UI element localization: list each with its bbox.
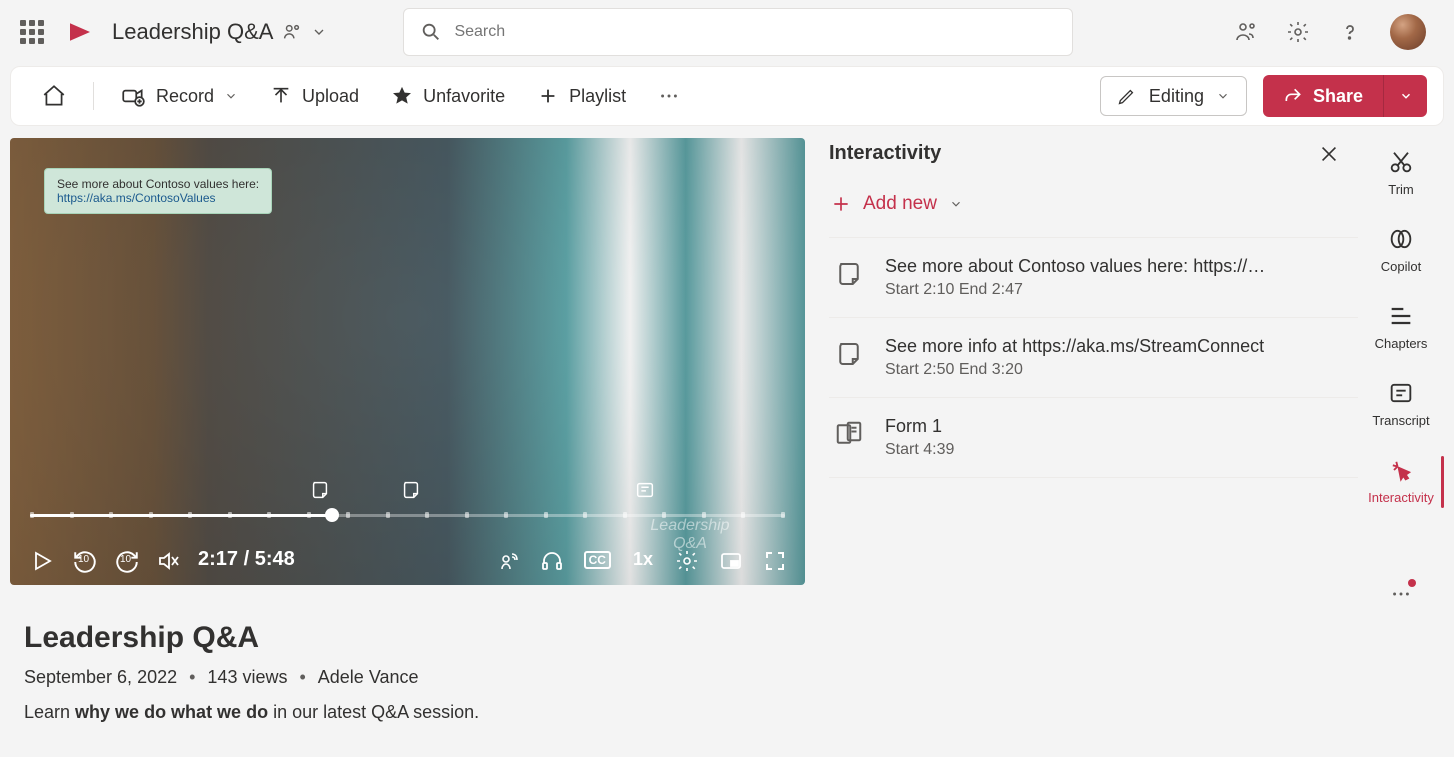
note-icon bbox=[833, 258, 865, 290]
stream-logo-icon bbox=[64, 16, 96, 48]
add-new-button[interactable]: Add new bbox=[829, 181, 1358, 237]
divider bbox=[93, 82, 94, 110]
unfavorite-button[interactable]: Unfavorite bbox=[377, 77, 519, 115]
close-panel-icon[interactable] bbox=[1318, 143, 1340, 165]
video-title: Leadership Q&A bbox=[24, 621, 1430, 655]
note-marker-icon[interactable] bbox=[309, 479, 331, 501]
rail-chapters[interactable]: Chapters bbox=[1358, 302, 1444, 351]
skip-back-icon[interactable]: 10 bbox=[72, 549, 94, 571]
item-title: See more info at https://aka.ms/StreamCo… bbox=[885, 336, 1264, 357]
people-icon bbox=[281, 21, 303, 43]
playlist-button[interactable]: Playlist bbox=[523, 77, 640, 115]
item-title: See more about Contoso values here: http… bbox=[885, 256, 1265, 277]
editing-label: Editing bbox=[1149, 86, 1204, 107]
record-label: Record bbox=[156, 86, 214, 107]
interactivity-item[interactable]: See more about Contoso values here: http… bbox=[829, 238, 1358, 318]
rail-trim[interactable]: Trim bbox=[1358, 148, 1444, 197]
app-launcher-icon[interactable] bbox=[16, 16, 48, 48]
callout-card[interactable]: See more about Contoso values here: http… bbox=[44, 168, 272, 214]
scrubber-fill bbox=[30, 514, 332, 517]
search-box[interactable] bbox=[403, 8, 1073, 56]
audio-description-icon[interactable] bbox=[496, 549, 518, 571]
headphones-icon[interactable] bbox=[540, 549, 562, 571]
scrubber-handle[interactable] bbox=[325, 508, 339, 522]
note-icon bbox=[833, 338, 865, 370]
rail-more-icon[interactable] bbox=[1390, 583, 1412, 605]
mute-icon[interactable] bbox=[156, 549, 178, 571]
add-new-label: Add new bbox=[863, 193, 937, 215]
editing-mode-button[interactable]: Editing bbox=[1100, 76, 1247, 116]
item-title: Form 1 bbox=[885, 416, 954, 437]
fullscreen-icon[interactable] bbox=[763, 549, 785, 571]
search-input[interactable] bbox=[454, 23, 1056, 41]
play-icon[interactable] bbox=[30, 549, 52, 571]
panel-title: Interactivity bbox=[829, 142, 941, 165]
playlist-label: Playlist bbox=[569, 86, 626, 107]
home-button[interactable] bbox=[27, 75, 81, 117]
settings-icon[interactable] bbox=[1286, 20, 1310, 44]
upload-button[interactable]: Upload bbox=[256, 77, 373, 115]
search-icon bbox=[420, 21, 442, 43]
teams-icon[interactable] bbox=[1234, 20, 1258, 44]
form-marker-icon[interactable] bbox=[634, 479, 656, 501]
interactivity-item[interactable]: Form 1 Start 4:39 bbox=[829, 398, 1358, 478]
time-display: 2:17 / 5:48 bbox=[198, 548, 295, 571]
share-button[interactable]: Share bbox=[1263, 75, 1383, 117]
video-watermark: Leadership Q&A bbox=[635, 517, 745, 553]
help-icon[interactable] bbox=[1338, 20, 1362, 44]
skip-forward-icon[interactable]: 10 bbox=[114, 549, 136, 571]
item-subtitle: Start 2:50 End 3:20 bbox=[885, 361, 1264, 379]
form-icon bbox=[833, 418, 865, 450]
unfavorite-label: Unfavorite bbox=[423, 86, 505, 107]
video-player[interactable]: See more about Contoso values here: http… bbox=[10, 138, 805, 585]
video-meta: September 6, 2022•143 views•Adele Vance bbox=[24, 667, 1430, 688]
captions-icon[interactable]: CC bbox=[584, 551, 611, 569]
share-label: Share bbox=[1313, 86, 1363, 107]
interactivity-item[interactable]: See more info at https://aka.ms/StreamCo… bbox=[829, 318, 1358, 398]
rail-interactivity[interactable]: Interactivity bbox=[1358, 456, 1444, 505]
marker-row bbox=[30, 479, 785, 501]
upload-label: Upload bbox=[302, 86, 359, 107]
rail-transcript[interactable]: Transcript bbox=[1358, 379, 1444, 428]
page-title: Leadership Q&A bbox=[112, 19, 273, 45]
share-dropdown-button[interactable] bbox=[1383, 75, 1427, 117]
video-description: Learn why we do what we do in our latest… bbox=[24, 702, 1430, 723]
callout-link[interactable]: https://aka.ms/ContosoValues bbox=[57, 191, 216, 205]
record-button[interactable]: Record bbox=[106, 75, 252, 117]
note-marker-icon[interactable] bbox=[400, 479, 422, 501]
item-subtitle: Start 4:39 bbox=[885, 441, 954, 459]
rail-copilot[interactable]: Copilot bbox=[1358, 225, 1444, 274]
callout-text: See more about Contoso values here: bbox=[57, 177, 259, 191]
more-button[interactable] bbox=[644, 77, 694, 115]
chevron-down-icon[interactable] bbox=[311, 24, 327, 40]
item-subtitle: Start 2:10 End 2:47 bbox=[885, 281, 1265, 299]
user-avatar[interactable] bbox=[1390, 14, 1426, 50]
